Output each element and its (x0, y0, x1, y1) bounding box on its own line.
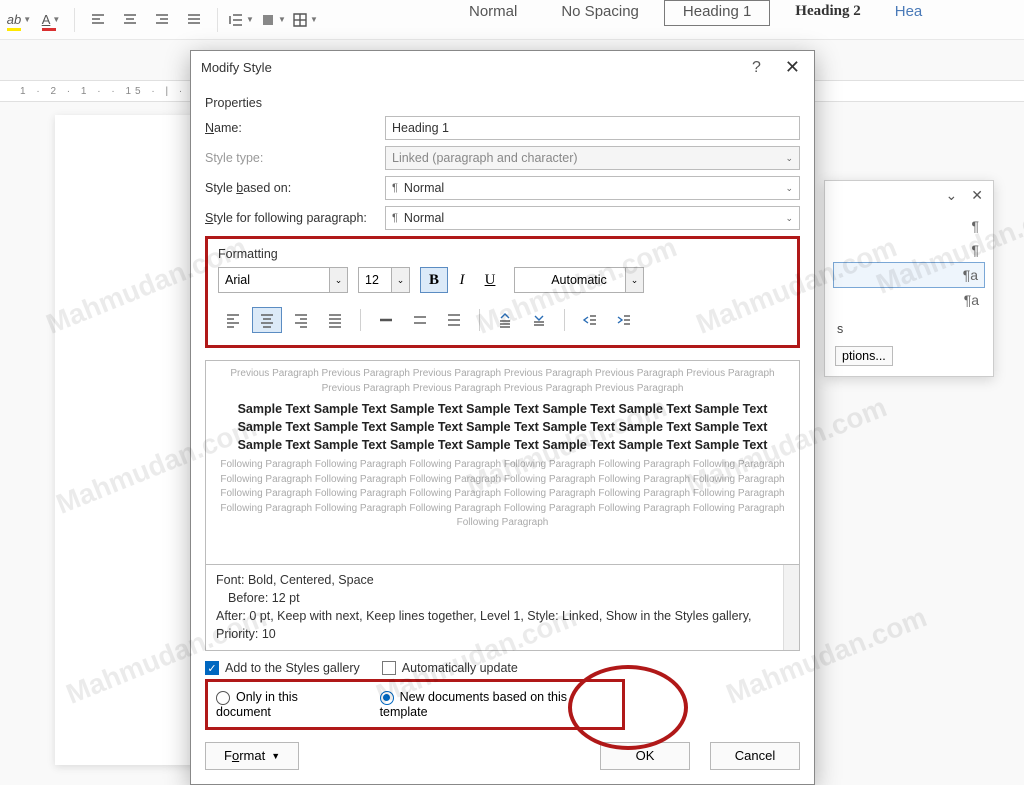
style-nospacing[interactable]: No Spacing (542, 0, 658, 26)
scope-radio-highlight-box: Only in this document New documents base… (205, 679, 625, 730)
pane-style-item[interactable]: ¶ (833, 214, 985, 238)
formatting-section-label: Formatting (218, 247, 787, 261)
decrease-indent-button[interactable] (575, 307, 605, 333)
align-center-button[interactable] (117, 7, 143, 33)
font-size-select[interactable]: 12⌄ (358, 267, 410, 293)
font-color-select[interactable]: Automatic⌄ (514, 267, 644, 293)
following-label: Style for following paragraph: (205, 211, 385, 225)
shading-button[interactable]: ▼ (260, 7, 286, 33)
only-this-doc-radio[interactable]: Only in this document (216, 690, 354, 719)
close-icon[interactable]: ✕ (781, 57, 804, 78)
name-label: Name: (205, 121, 385, 135)
style-description: Font: Bold, Centered, Space Before: 12 p… (205, 565, 800, 651)
pane-style-item[interactable]: ¶a (833, 288, 985, 312)
increase-indent-button[interactable] (609, 307, 639, 333)
highlight-color-button[interactable]: ab▼ (6, 7, 32, 33)
scrollbar[interactable] (783, 565, 799, 650)
style-heading1[interactable]: Heading 1 (664, 0, 770, 26)
ok-button[interactable]: OK (600, 742, 690, 770)
formatting-highlight-box: Formatting Arial⌄ 12⌄ B I U Automatic⌄ (205, 236, 800, 348)
modify-style-dialog: Modify Style ? ✕ Properties Name: Headin… (190, 50, 815, 785)
style-heading2[interactable]: Heading 2 (776, 0, 879, 26)
spacing-double-button[interactable] (439, 307, 469, 333)
based-on-label: Style based on: (205, 181, 385, 195)
pane-row: s (825, 316, 993, 342)
spacing-single-button[interactable] (371, 307, 401, 333)
preview-previous-text: Previous Paragraph Previous Paragraph Pr… (220, 367, 785, 396)
format-dropdown-button[interactable]: Format▼ (205, 742, 299, 770)
font-family-select[interactable]: Arial⌄ (218, 267, 348, 293)
line-spacing-button[interactable]: ▼ (228, 7, 254, 33)
pane-options-button[interactable]: ptions... (835, 346, 893, 366)
align-justify-button[interactable] (320, 307, 350, 333)
help-icon[interactable]: ? (752, 59, 761, 77)
add-to-gallery-checkbox[interactable]: ✓Add to the Styles gallery (205, 661, 360, 676)
pane-style-item[interactable]: ¶ (833, 238, 985, 262)
preview-sample-text: Sample Text Sample Text Sample Text Samp… (220, 400, 785, 454)
preview-following-text: Following Paragraph Following Paragraph … (220, 458, 785, 531)
name-input[interactable]: Heading 1 (385, 116, 800, 140)
dialog-title: Modify Style (201, 60, 272, 75)
space-before-increase-button[interactable] (490, 307, 520, 333)
align-right-button[interactable] (286, 307, 316, 333)
align-left-button[interactable] (218, 307, 248, 333)
underline-button[interactable]: U (476, 267, 504, 293)
style-preview-box: Previous Paragraph Previous Paragraph Pr… (205, 360, 800, 565)
based-on-select[interactable]: ¶Normal⌄ (385, 176, 800, 200)
align-left-button[interactable] (85, 7, 111, 33)
properties-section-label: Properties (205, 96, 800, 110)
borders-button[interactable]: ▼ (292, 7, 318, 33)
space-before-decrease-button[interactable] (524, 307, 554, 333)
following-select[interactable]: ¶Normal⌄ (385, 206, 800, 230)
bold-button[interactable]: B (420, 267, 448, 293)
align-justify-button[interactable] (181, 7, 207, 33)
styles-pane: ⌄ ✕ ¶ ¶ ¶a ¶a s ptions... (824, 180, 994, 377)
spacing-15-button[interactable] (405, 307, 435, 333)
style-type-select: Linked (paragraph and character)⌄ (385, 146, 800, 170)
font-color-button[interactable]: A▼ (38, 7, 64, 33)
new-docs-template-radio[interactable]: New documents based on this template (380, 690, 614, 719)
align-right-button[interactable] (149, 7, 175, 33)
chevron-down-icon[interactable]: ⌄ (946, 187, 958, 204)
auto-update-checkbox[interactable]: Automatically update (382, 661, 518, 676)
cancel-button[interactable]: Cancel (710, 742, 800, 770)
style-type-label: Style type: (205, 151, 385, 165)
align-center-button[interactable] (252, 307, 282, 333)
close-icon[interactable]: ✕ (971, 187, 983, 204)
style-gallery: Normal No Spacing Heading 1 Heading 2 He… (450, 0, 1024, 26)
pane-style-item-selected[interactable]: ¶a (833, 262, 985, 288)
italic-button[interactable]: I (448, 267, 476, 293)
style-more[interactable]: Hea (886, 0, 942, 26)
style-normal[interactable]: Normal (450, 0, 536, 26)
